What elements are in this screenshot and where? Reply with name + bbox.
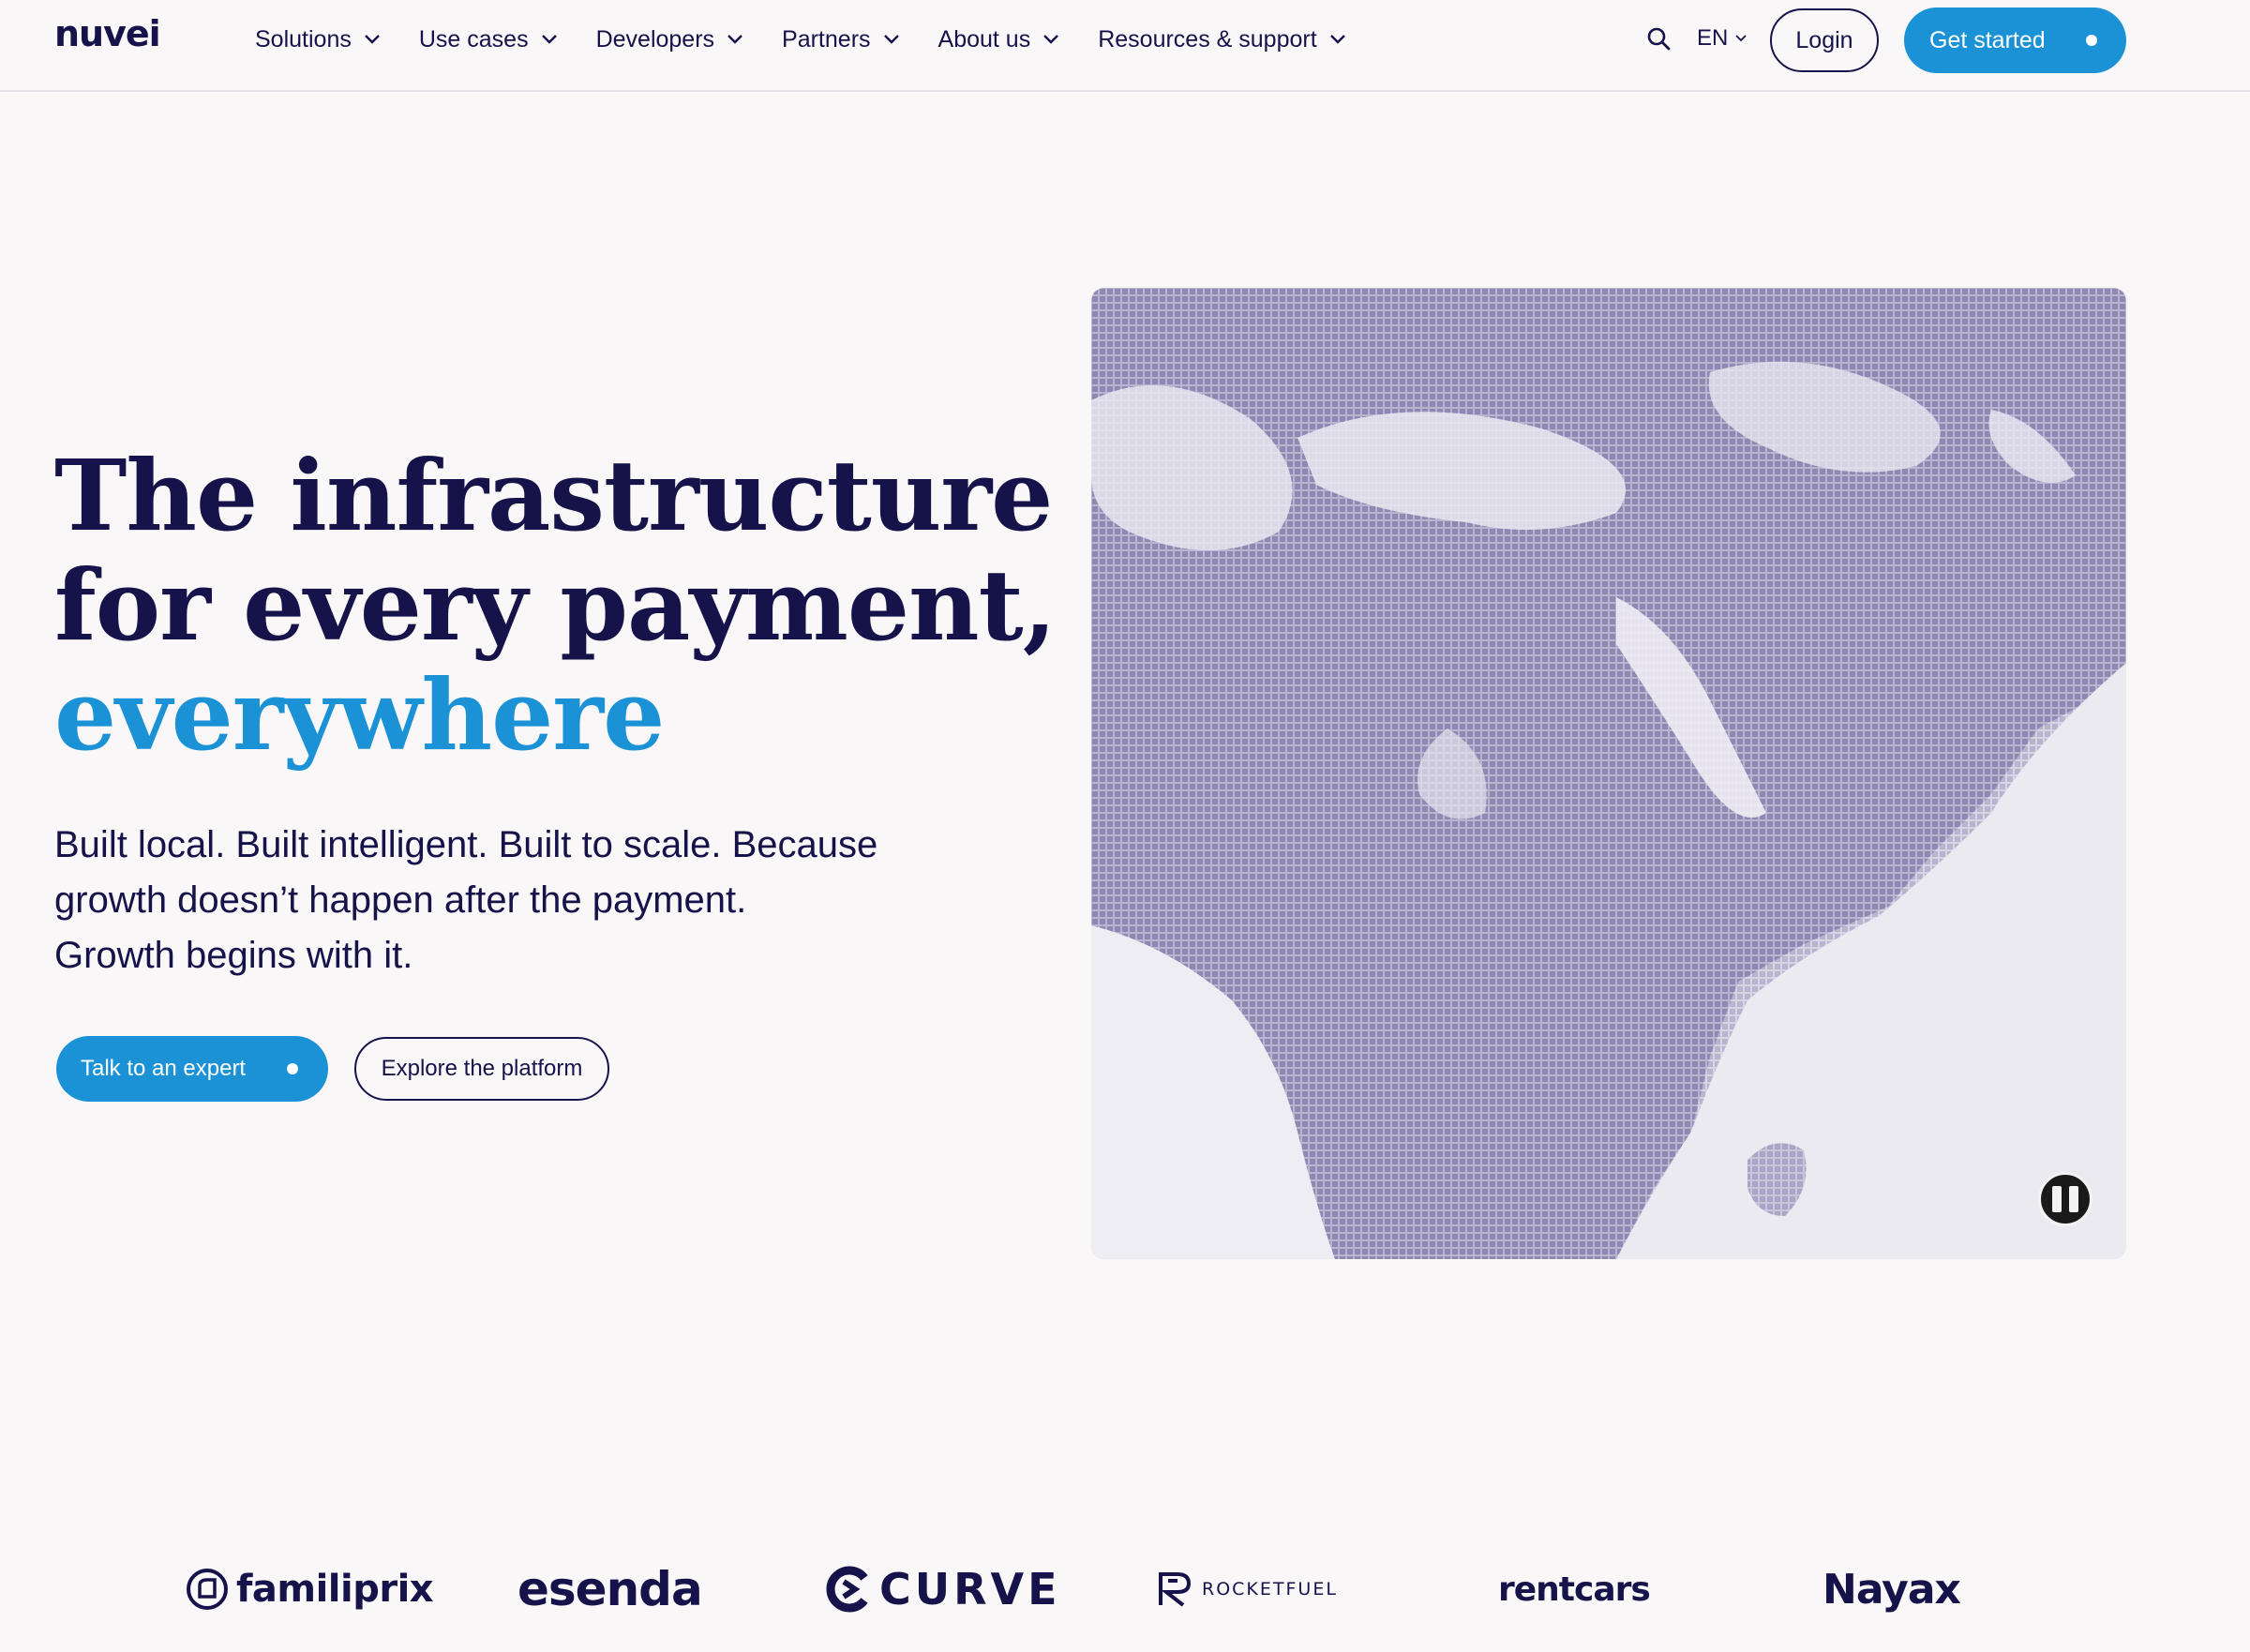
chevron-down-icon [365, 35, 380, 44]
nav-label: About us [938, 25, 1031, 53]
explore-platform-button[interactable]: Explore the platform [354, 1037, 609, 1101]
hero-subtitle-line-2: growth doesn’t happen after the payment. [54, 879, 747, 921]
hero-map-video[interactable] [1091, 288, 2126, 1259]
hero-subtitle-line-1: Built local. Built intelligent. Built to… [54, 824, 878, 865]
hero-subtitle-line-3: Growth begins with it. [54, 935, 413, 976]
nav-label: Partners [782, 25, 871, 53]
get-started-button[interactable]: Get started [1904, 8, 2126, 73]
talk-to-expert-label: Talk to an expert [81, 1056, 247, 1081]
logo-text: ROCKETFUEL [1202, 1579, 1338, 1599]
partner-logos: familiprix esenda CURVE ROCKETFUEL rentc… [0, 1556, 2250, 1622]
nav-label: Developers [595, 25, 715, 53]
nuvei-logo[interactable]: nuvei [54, 13, 161, 54]
chevron-down-icon [1735, 35, 1747, 42]
nav-label: Resources & support [1098, 25, 1317, 53]
dot-icon [287, 1063, 298, 1074]
main-nav: Solutions Use cases Developers Partners … [255, 0, 1385, 79]
pause-icon[interactable] [2038, 1172, 2092, 1226]
logo-familiprix: familiprix [186, 1556, 434, 1622]
logo-text: esenda [518, 1562, 703, 1616]
get-started-label: Get started [1929, 26, 2046, 53]
hero-subtitle: Built local. Built intelligent. Built to… [54, 818, 945, 984]
nav-solutions[interactable]: Solutions [255, 26, 380, 53]
chevron-down-icon [883, 35, 899, 44]
logo-rentcars: rentcars [1498, 1556, 1651, 1622]
pause-bar [2069, 1186, 2078, 1212]
chevron-down-icon [1329, 35, 1345, 44]
logo-text: CURVE [879, 1564, 1061, 1614]
hero-title-line-2: for every payment, [54, 548, 1057, 663]
rocketfuel-icon [1159, 1572, 1192, 1607]
logo-curve: CURVE [823, 1556, 1061, 1622]
chevron-down-icon [1043, 35, 1059, 44]
nav-about-us[interactable]: About us [938, 26, 1059, 53]
logo-text: Nayax [1822, 1565, 1961, 1614]
map-visual [1091, 288, 2126, 1259]
login-button[interactable]: Login [1770, 8, 1879, 72]
nav-developers[interactable]: Developers [596, 26, 742, 53]
site-header: nuvei Solutions Use cases Developers Par… [0, 0, 2250, 92]
hero-title: The infrastructure for every payment, ev… [54, 441, 1086, 770]
familiprix-icon [187, 1569, 228, 1610]
search-icon[interactable] [1646, 26, 1671, 55]
nav-resources-support[interactable]: Resources & support [1098, 25, 1345, 53]
language-selector[interactable]: EN [1697, 25, 1747, 52]
logo-esenda: esenda [518, 1556, 703, 1622]
nav-use-cases[interactable]: Use cases [419, 26, 557, 53]
nav-partners[interactable]: Partners [782, 25, 899, 53]
dot-icon [2086, 35, 2097, 46]
language-code: EN [1697, 25, 1729, 51]
nav-label: Solutions [255, 25, 352, 53]
logo-rocketfuel: ROCKETFUEL [1157, 1556, 1338, 1622]
talk-to-expert-button[interactable]: Talk to an expert [56, 1036, 328, 1102]
hero-title-accent: everywhere [54, 657, 665, 773]
pause-bar [2052, 1186, 2062, 1212]
logo-text: rentcars [1498, 1569, 1651, 1609]
chevron-down-icon [728, 35, 742, 44]
hero-title-line-1: The infrastructure [54, 438, 1053, 553]
logo-text: familiprix [236, 1568, 434, 1611]
chevron-down-icon [541, 35, 557, 44]
curve-icon [826, 1566, 868, 1613]
logo-nayax: Nayax [1822, 1556, 1961, 1622]
nav-label: Use cases [418, 25, 529, 53]
